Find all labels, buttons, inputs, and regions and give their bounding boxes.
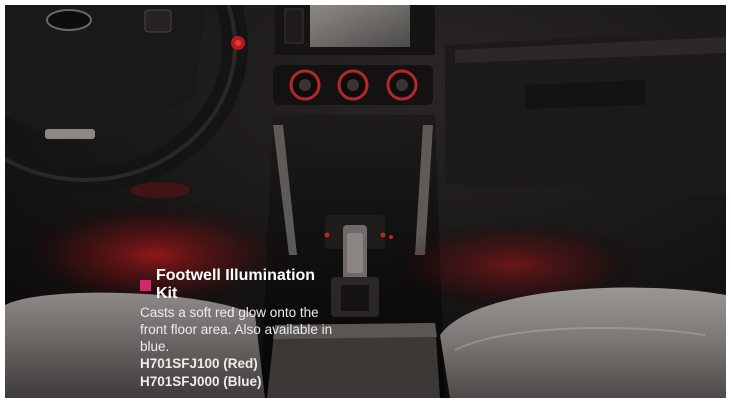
product-caption: Footwell Illumination Kit Casts a soft r…	[140, 267, 340, 391]
caption-title: Footwell Illumination Kit	[155, 267, 316, 302]
image-frame: Footwell Illumination Kit Casts a soft r…	[0, 0, 731, 403]
caption-description: Casts a soft red glow onto the front flo…	[140, 305, 333, 354]
wheel-trim	[45, 129, 95, 139]
wheel-buttons-icon	[144, 9, 172, 33]
part-number-blue: H701SFJ000 (Blue)	[140, 374, 262, 389]
glovebox-handle	[525, 80, 645, 109]
caption-title-row: Footwell Illumination Kit	[140, 267, 340, 303]
brand-logo-icon	[46, 9, 92, 31]
infotainment-screen	[275, 5, 435, 55]
pedal-icon	[130, 182, 190, 198]
bullet-square-icon	[140, 279, 151, 291]
part-number-red: H701SFJ100 (Red)	[140, 356, 258, 371]
interior-scene	[5, 5, 726, 398]
climate-controls	[273, 65, 433, 105]
interior-photo: Footwell Illumination Kit Casts a soft r…	[5, 5, 726, 398]
